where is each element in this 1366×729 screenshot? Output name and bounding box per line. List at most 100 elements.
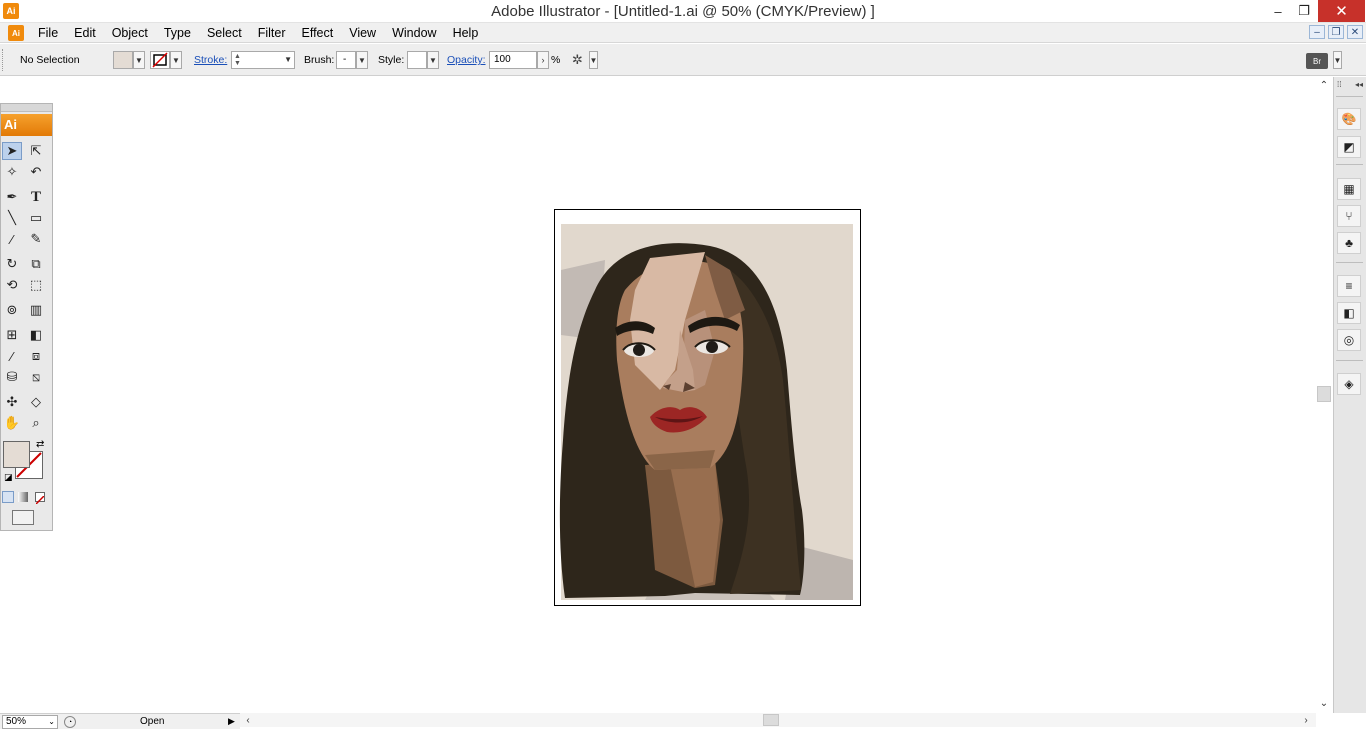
artboard[interactable] bbox=[554, 209, 861, 606]
portrait-illustration[interactable] bbox=[555, 210, 860, 605]
scroll-right-icon[interactable]: › bbox=[1300, 714, 1312, 726]
swap-fill-stroke-icon[interactable]: ⇄ bbox=[36, 439, 44, 450]
doc-close-button[interactable]: ✕ bbox=[1347, 25, 1363, 39]
menu-effect[interactable]: Effect bbox=[293, 25, 341, 41]
hand-tool-icon[interactable]: ✋ bbox=[2, 414, 22, 432]
bridge-icon[interactable]: Br bbox=[1306, 53, 1328, 69]
zoom-level-input[interactable]: 50% ⌄ bbox=[2, 715, 58, 729]
layers-panel-icon[interactable]: ◈ bbox=[1337, 373, 1361, 395]
slice-tool-icon[interactable]: ✣ bbox=[2, 393, 22, 411]
pen-tool-icon[interactable]: ✒ bbox=[2, 188, 22, 206]
paintbrush-tool-icon[interactable]: ⁄ bbox=[2, 230, 22, 248]
control-grip[interactable] bbox=[2, 49, 5, 71]
brush-selector[interactable]: - bbox=[336, 51, 356, 69]
menu-type[interactable]: Type bbox=[156, 25, 199, 41]
gradient-mode-icon[interactable] bbox=[18, 492, 28, 502]
eraser-tool-icon[interactable]: ◇ bbox=[26, 393, 46, 411]
none-mode-icon[interactable] bbox=[35, 492, 45, 505]
status-bar: 50% ⌄ ◔ Open ▶ bbox=[0, 713, 240, 729]
blend-tool-icon[interactable]: ⧈ bbox=[26, 347, 46, 365]
screen-mode-icon[interactable] bbox=[12, 510, 34, 525]
stroke-label[interactable]: Stroke: bbox=[194, 54, 227, 66]
menu-object[interactable]: Object bbox=[104, 25, 156, 41]
mesh-tool-icon[interactable]: ⊞ bbox=[2, 326, 22, 344]
fill-swatch[interactable] bbox=[113, 51, 133, 69]
selection-status: No Selection bbox=[20, 54, 80, 66]
chevron-down-icon[interactable]: ⌄ bbox=[48, 716, 55, 728]
tools-logo: Ai bbox=[1, 114, 52, 136]
symbols-panel-icon[interactable]: ♣ bbox=[1337, 232, 1361, 254]
chevron-down-icon[interactable]: ▼ bbox=[284, 55, 292, 64]
stroke-swatch[interactable] bbox=[150, 51, 170, 69]
maximize-button[interactable]: ❐ bbox=[1291, 0, 1317, 22]
vertical-scroll-thumb[interactable] bbox=[1317, 386, 1331, 402]
stroke-panel-icon[interactable]: ≡ bbox=[1337, 275, 1361, 297]
menu-select[interactable]: Select bbox=[199, 25, 250, 41]
zoom-tool-icon[interactable]: ⌕ bbox=[26, 414, 46, 432]
line-tool-icon[interactable]: ╲ bbox=[2, 209, 22, 227]
pencil-tool-icon[interactable]: ✎ bbox=[26, 230, 46, 248]
type-tool-icon[interactable]: T bbox=[26, 188, 46, 206]
recolor-dropdown-icon[interactable]: ▼ bbox=[589, 51, 598, 69]
direct-selection-tool-icon[interactable]: ⇱ bbox=[26, 142, 46, 160]
rotate-tool-icon[interactable]: ↻ bbox=[2, 255, 22, 273]
stepper-icon[interactable]: ▲ ▼ bbox=[234, 53, 241, 67]
selection-tool-icon[interactable]: ➤ bbox=[2, 142, 22, 160]
default-fill-stroke-icon[interactable]: ◪ bbox=[4, 472, 13, 483]
live-paint-bucket-tool-icon[interactable]: ⛁ bbox=[2, 368, 22, 386]
bridge-dropdown-icon[interactable]: ▼ bbox=[1333, 51, 1342, 69]
scale-tool-icon[interactable]: ⧉ bbox=[26, 255, 46, 273]
scroll-up-icon[interactable]: ⌃ bbox=[1316, 79, 1332, 91]
opacity-arrow-icon[interactable]: › bbox=[537, 51, 549, 69]
brush-label: Brush: bbox=[304, 54, 335, 66]
color-guide-panel-icon[interactable]: ◩ bbox=[1337, 136, 1361, 158]
brushes-panel-icon[interactable]: ⑂ bbox=[1337, 205, 1361, 227]
scroll-left-icon[interactable]: ‹ bbox=[242, 714, 254, 726]
menu-window[interactable]: Window bbox=[384, 25, 444, 41]
brush-dropdown-icon[interactable]: ▼ bbox=[356, 51, 368, 69]
version-cue-icon[interactable]: ◔ bbox=[64, 716, 76, 728]
scroll-down-icon[interactable]: ⌄ bbox=[1316, 697, 1332, 709]
dock-grip-icon[interactable]: ⁞⁞ bbox=[1337, 80, 1341, 90]
opacity-label[interactable]: Opacity: bbox=[447, 54, 486, 66]
color-mode-icon[interactable] bbox=[2, 491, 14, 503]
menu-help[interactable]: Help bbox=[445, 25, 487, 41]
status-menu-arrow-icon[interactable]: ▶ bbox=[228, 716, 235, 727]
graph-tool-icon[interactable]: ▥ bbox=[26, 301, 46, 319]
status-text: Open bbox=[140, 716, 165, 727]
horizontal-scroll-thumb[interactable] bbox=[763, 714, 779, 726]
menu-view[interactable]: View bbox=[341, 25, 384, 41]
transparency-panel-icon[interactable]: ◎ bbox=[1337, 329, 1361, 351]
warp-tool-icon[interactable]: ⟲ bbox=[2, 276, 22, 294]
free-transform-tool-icon[interactable]: ⬚ bbox=[26, 276, 46, 294]
magic-wand-tool-icon[interactable]: ✧ bbox=[2, 163, 22, 181]
color-panel-icon[interactable]: 🎨 bbox=[1337, 108, 1361, 130]
swatches-panel-icon[interactable]: ▦ bbox=[1337, 178, 1361, 200]
tools-panel-grip[interactable] bbox=[1, 104, 52, 112]
gradient-tool-icon[interactable]: ◧ bbox=[26, 326, 46, 344]
lasso-tool-icon[interactable]: ↶ bbox=[26, 163, 46, 181]
live-paint-selection-tool-icon[interactable]: ⧅ bbox=[26, 368, 46, 386]
window-title: Adobe Illustrator - [Untitled-1.ai @ 50%… bbox=[491, 3, 875, 20]
close-button[interactable]: ✕ bbox=[1318, 0, 1365, 22]
document-icon[interactable]: Ai bbox=[8, 25, 24, 41]
collapse-dock-icon[interactable]: ◂◂ bbox=[1355, 80, 1363, 90]
gradient-panel-icon[interactable]: ◧ bbox=[1337, 302, 1361, 324]
style-dropdown-icon[interactable]: ▼ bbox=[427, 51, 439, 69]
style-swatch[interactable] bbox=[407, 51, 427, 69]
doc-minimize-button[interactable]: – bbox=[1309, 25, 1325, 39]
symbol-sprayer-tool-icon[interactable]: ⊚ bbox=[2, 301, 22, 319]
stroke-dropdown-icon[interactable]: ▼ bbox=[170, 51, 182, 69]
recolor-icon[interactable]: ✲ bbox=[572, 52, 588, 68]
menu-filter[interactable]: Filter bbox=[250, 25, 294, 41]
menu-edit[interactable]: Edit bbox=[66, 25, 104, 41]
eyedropper-tool-icon[interactable]: ⁄ bbox=[2, 347, 22, 365]
minimize-button[interactable]: – bbox=[1265, 0, 1291, 22]
doc-restore-button[interactable]: ❐ bbox=[1328, 25, 1344, 39]
rectangle-tool-icon[interactable]: ▭ bbox=[26, 209, 46, 227]
fill-dropdown-icon[interactable]: ▼ bbox=[133, 51, 145, 69]
opacity-input[interactable]: 100 bbox=[489, 51, 537, 69]
stroke-weight-input[interactable]: ▲ ▼ ▼ bbox=[231, 51, 295, 69]
menu-file[interactable]: File bbox=[30, 25, 66, 41]
fill-box[interactable] bbox=[3, 441, 30, 468]
